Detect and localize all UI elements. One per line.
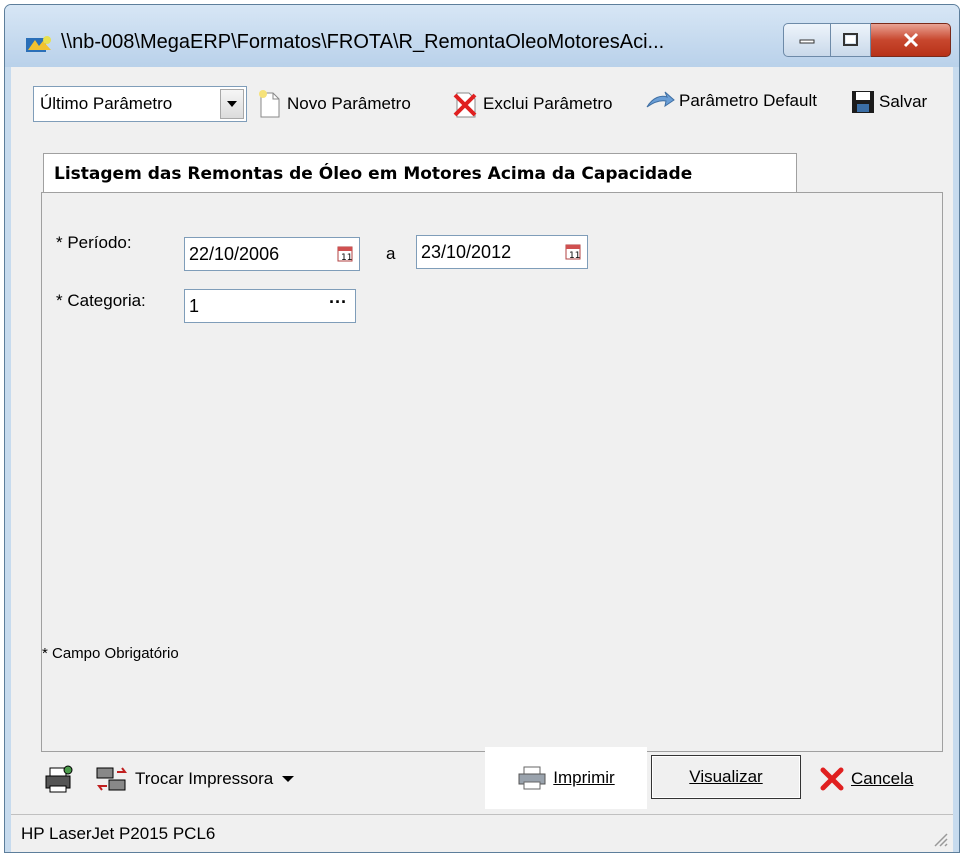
dropdown-arrow-icon[interactable] xyxy=(220,89,244,119)
periodo-to-field[interactable]: 23/10/2012 11 xyxy=(416,235,588,269)
current-printer: HP LaserJet P2015 PCL6 xyxy=(21,823,216,843)
printer-setup-icon xyxy=(45,765,73,793)
maximize-icon xyxy=(842,33,858,46)
save-button[interactable]: Salvar xyxy=(851,89,927,115)
categoria-field[interactable]: 1 ··· xyxy=(184,289,356,323)
title-bar[interactable]: \\nb-008\MegaERP\Formatos\FROTA\R_Remont… xyxy=(5,5,959,67)
required-field-note: * Campo Obrigatório xyxy=(42,645,179,662)
tab-control: Listagem das Remontas de Óleo em Motores… xyxy=(31,153,943,752)
cancel-label: Cancela xyxy=(851,769,914,788)
periodo-from-field[interactable]: 22/10/2006 11 xyxy=(184,237,360,271)
parameter-select-value: Último Parâmetro xyxy=(40,94,173,113)
default-arrow-icon xyxy=(646,91,675,108)
cancel-button[interactable]: Cancela xyxy=(819,761,913,797)
default-parameter-button[interactable]: Parâmetro Default xyxy=(645,89,817,113)
minimize-button[interactable] xyxy=(783,23,831,57)
save-label: Salvar xyxy=(879,92,928,111)
periodo-label: * Período: xyxy=(56,233,132,252)
periodo-from-value: 22/10/2006 xyxy=(189,243,280,264)
maximize-button[interactable] xyxy=(831,23,871,57)
resize-grip-icon[interactable] xyxy=(931,830,949,848)
change-printer-label: Trocar Impressora xyxy=(135,769,274,788)
change-printer-button[interactable]: Trocar Impressora xyxy=(95,761,295,797)
calendar-icon[interactable]: 11 xyxy=(337,246,353,262)
lookup-ellipsis-button[interactable]: ··· xyxy=(329,292,347,313)
toolbar: Último Parâmetro Novo Parâmetro Exclui P… xyxy=(11,77,953,129)
tab-label: Listagem das Remontas de Óleo em Motores… xyxy=(54,163,693,184)
printer-icon xyxy=(518,766,546,790)
tab-remontas-oleo[interactable]: Listagem das Remontas de Óleo em Motores… xyxy=(43,153,797,193)
categoria-label: * Categoria: xyxy=(56,291,146,310)
print-button[interactable]: Imprimir xyxy=(485,747,647,809)
printer-setup-button[interactable] xyxy=(41,761,77,797)
calendar-icon[interactable]: 11 xyxy=(565,244,581,260)
floppy-disk-icon xyxy=(852,91,874,113)
preview-label: Visualizar xyxy=(689,767,763,786)
red-x-icon xyxy=(820,767,844,791)
close-button[interactable] xyxy=(871,23,951,57)
periodo-separator: a xyxy=(386,244,396,263)
delete-document-icon xyxy=(453,92,477,118)
swap-printer-icon xyxy=(96,767,127,791)
chevron-down-icon xyxy=(282,776,295,782)
svg-text:11: 11 xyxy=(569,251,580,260)
new-document-icon xyxy=(259,90,280,118)
delete-parameter-label: Exclui Parâmetro xyxy=(483,94,613,113)
parameter-select[interactable]: Último Parâmetro xyxy=(33,86,247,122)
close-icon xyxy=(903,32,918,48)
status-bar: HP LaserJet P2015 PCL6 xyxy=(11,814,953,852)
new-parameter-button[interactable]: Novo Parâmetro xyxy=(255,89,411,119)
svg-text:11: 11 xyxy=(341,253,352,262)
delete-parameter-button[interactable]: Exclui Parâmetro xyxy=(451,89,612,119)
preview-button[interactable]: Visualizar xyxy=(651,755,801,799)
app-icon xyxy=(26,36,51,52)
minimize-icon xyxy=(799,39,815,44)
window-title: \\nb-008\MegaERP\Formatos\FROTA\R_Remont… xyxy=(61,31,665,53)
periodo-to-value: 23/10/2012 xyxy=(421,241,512,262)
print-label: Imprimir xyxy=(553,768,615,787)
new-parameter-label: Novo Parâmetro xyxy=(287,94,411,113)
default-parameter-label: Parâmetro Default xyxy=(679,91,817,110)
categoria-value: 1 xyxy=(189,295,200,316)
tab-panel: * Período: 22/10/2006 11 a 23/10/2012 11… xyxy=(41,192,943,752)
report-window: \\nb-008\MegaERP\Formatos\FROTA\R_Remont… xyxy=(4,4,960,853)
client-area: Último Parâmetro Novo Parâmetro Exclui P… xyxy=(11,67,953,852)
